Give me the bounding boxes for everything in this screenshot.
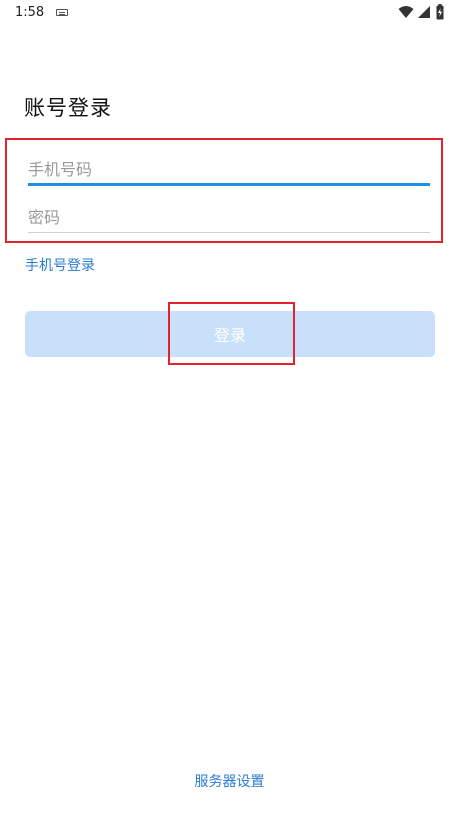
password-input[interactable] <box>28 200 430 234</box>
status-time: 1:58 <box>15 5 45 20</box>
login-button[interactable]: 登录 <box>25 311 435 357</box>
signal-icon <box>418 6 430 18</box>
phone-number-input[interactable] <box>28 152 430 186</box>
login-screen: 1:58 账号登录 手机号登录 登录 服务器设置 <box>0 0 459 816</box>
wifi-icon <box>398 6 414 18</box>
phone-login-link[interactable]: 手机号登录 <box>25 255 95 275</box>
keyboard-icon <box>56 9 68 16</box>
battery-charging-icon <box>436 4 444 20</box>
phone-input-underline <box>28 183 430 186</box>
page-title: 账号登录 <box>24 96 112 120</box>
password-input-underline <box>28 232 430 233</box>
server-settings-link[interactable]: 服务器设置 <box>0 771 459 791</box>
status-bar: 1:58 <box>0 0 459 28</box>
